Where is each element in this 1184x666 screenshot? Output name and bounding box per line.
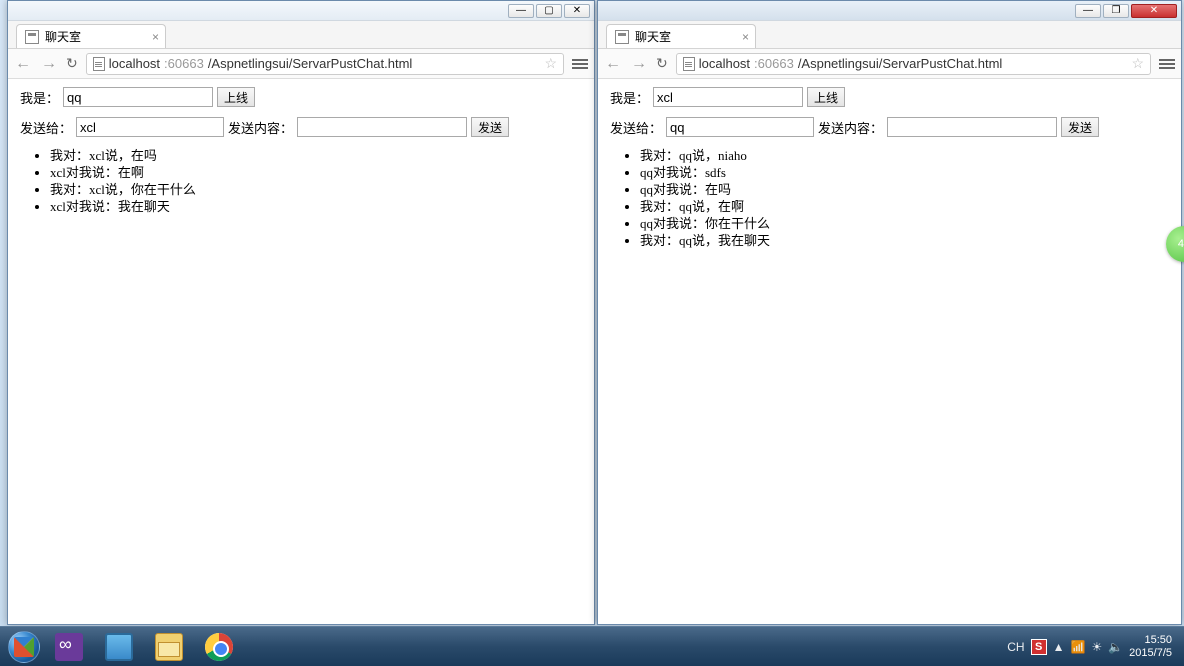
username-input[interactable] xyxy=(653,87,803,107)
tray-overflow-icon[interactable]: ▲ xyxy=(1053,640,1065,654)
url-host: localhost xyxy=(699,56,750,71)
weather-icon[interactable]: ☀ xyxy=(1091,640,1102,654)
message-item: qq对我说：你在干什么 xyxy=(640,215,1169,232)
visual-studio-icon xyxy=(55,633,83,661)
message-item: 我对：qq说，niaho xyxy=(640,147,1169,164)
tab-bar: 聊天室 × xyxy=(598,21,1181,49)
back-button[interactable]: ← xyxy=(14,55,32,73)
message-item: 我对：xcl说，在吗 xyxy=(50,147,582,164)
url-host: localhost xyxy=(109,56,160,71)
label-target: 发送给： xyxy=(610,118,662,137)
url-page-icon xyxy=(683,57,695,71)
bookmark-star-icon[interactable]: ☆ xyxy=(544,55,557,72)
online-button[interactable]: 上线 xyxy=(807,87,845,107)
taskbar-item-visualstudio[interactable] xyxy=(45,629,93,665)
row-username: 我是： 上线 xyxy=(20,87,582,107)
window-minimize-button[interactable]: — xyxy=(508,4,534,18)
address-bar[interactable]: localhost :60663/Aspnetlingsui/ServarPust… xyxy=(86,53,564,75)
back-button[interactable]: ← xyxy=(604,55,622,73)
sogou-tray-icon[interactable]: S xyxy=(1031,639,1047,655)
ime-indicator[interactable]: CH xyxy=(1007,640,1024,654)
forward-button[interactable]: → xyxy=(40,55,58,73)
message-item: 我对：xcl说，你在干什么 xyxy=(50,181,582,198)
url-path: /Aspnetlingsui/ServarPustChat.html xyxy=(208,56,412,71)
content-input[interactable] xyxy=(297,117,467,137)
reload-button[interactable]: ↻ xyxy=(66,55,78,72)
browser-window-left: — ▢ ✕ 聊天室 × ← → ↻ localhost :60663/Aspnet… xyxy=(7,0,595,625)
taskbar-item-explorer[interactable] xyxy=(145,629,193,665)
tab-close-icon[interactable]: × xyxy=(152,30,159,44)
row-send: 发送给： 发送内容： 发送 xyxy=(610,117,1169,137)
username-input[interactable] xyxy=(63,87,213,107)
content-input[interactable] xyxy=(887,117,1057,137)
clock-time: 15:50 xyxy=(1129,634,1172,647)
browser-toolbar: ← → ↻ localhost :60663/Aspnetlingsui/Serv… xyxy=(598,49,1181,79)
browser-tab[interactable]: 聊天室 × xyxy=(16,24,166,48)
window-minimize-button[interactable]: — xyxy=(1075,4,1101,18)
window-restore-button[interactable]: ❐ xyxy=(1103,4,1129,18)
page-content: 我是： 上线 发送给： 发送内容： 发送 我对：xcl说，在吗xcl对我说：在啊… xyxy=(8,79,594,624)
clock-date: 2015/7/5 xyxy=(1129,647,1172,660)
tab-title: 聊天室 xyxy=(635,28,671,45)
monitor-icon xyxy=(105,633,133,661)
window-close-button[interactable]: ✕ xyxy=(564,4,590,18)
start-button[interactable] xyxy=(4,629,44,665)
window-titlebar: — ▢ ✕ xyxy=(8,1,594,21)
chrome-menu-button[interactable] xyxy=(572,59,588,69)
address-bar[interactable]: localhost :60663/Aspnetlingsui/ServarPust… xyxy=(676,53,1151,75)
volume-icon[interactable]: 🔈 xyxy=(1108,640,1123,654)
system-tray: CH S ▲ 📶 ☀ 🔈 15:50 2015/7/5 xyxy=(1007,634,1180,660)
taskbar-item-monitor[interactable] xyxy=(95,629,143,665)
message-item: 我对：qq说，在啊 xyxy=(640,198,1169,215)
url-page-icon xyxy=(93,57,105,71)
network-icon[interactable]: 📶 xyxy=(1071,640,1086,654)
reload-button[interactable]: ↻ xyxy=(656,55,668,72)
message-item: xcl对我说：我在聊天 xyxy=(50,198,582,215)
send-button[interactable]: 发送 xyxy=(1061,117,1099,137)
label-me: 我是： xyxy=(610,88,649,107)
tab-close-icon[interactable]: × xyxy=(742,30,749,44)
message-list-right: 我对：qq说，niahoqq对我说：sdfsqq对我说：在吗我对：qq说，在啊q… xyxy=(640,147,1169,249)
window-close-button[interactable]: ✕ xyxy=(1131,4,1177,18)
tab-bar: 聊天室 × xyxy=(8,21,594,49)
browser-toolbar: ← → ↻ localhost :60663/Aspnetlingsui/Serv… xyxy=(8,49,594,79)
forward-button[interactable]: → xyxy=(630,55,648,73)
message-item: qq对我说：在吗 xyxy=(640,181,1169,198)
label-me: 我是： xyxy=(20,88,59,107)
tab-title: 聊天室 xyxy=(45,28,81,45)
label-content: 发送内容： xyxy=(818,118,883,137)
chrome-menu-button[interactable] xyxy=(1159,59,1175,69)
windows-taskbar: CH S ▲ 📶 ☀ 🔈 15:50 2015/7/5 xyxy=(0,626,1184,666)
row-username: 我是： 上线 xyxy=(610,87,1169,107)
url-path: /Aspnetlingsui/ServarPustChat.html xyxy=(798,56,1002,71)
folder-icon xyxy=(155,633,183,661)
url-port: :60663 xyxy=(754,56,794,71)
browser-window-right: — ❐ ✕ 聊天室 × ← → ↻ localhost :60663/Aspnet… xyxy=(597,0,1182,625)
message-item: 我对：qq说，我在聊天 xyxy=(640,232,1169,249)
browser-tab[interactable]: 聊天室 × xyxy=(606,24,756,48)
windows-orb-icon xyxy=(8,631,40,663)
page-icon xyxy=(25,30,39,44)
message-item: qq对我说：sdfs xyxy=(640,164,1169,181)
target-input[interactable] xyxy=(666,117,814,137)
url-port: :60663 xyxy=(164,56,204,71)
taskbar-item-chrome[interactable] xyxy=(195,629,243,665)
page-content: 我是： 上线 发送给： 发送内容： 发送 我对：qq说，niahoqq对我说：s… xyxy=(598,79,1181,624)
window-maximize-button[interactable]: ▢ xyxy=(536,4,562,18)
page-icon xyxy=(615,30,629,44)
message-item: xcl对我说：在啊 xyxy=(50,164,582,181)
label-content: 发送内容： xyxy=(228,118,293,137)
label-target: 发送给： xyxy=(20,118,72,137)
window-titlebar: — ❐ ✕ xyxy=(598,1,1181,21)
target-input[interactable] xyxy=(76,117,224,137)
send-button[interactable]: 发送 xyxy=(471,117,509,137)
taskbar-clock[interactable]: 15:50 2015/7/5 xyxy=(1129,634,1172,660)
row-send: 发送给： 发送内容： 发送 xyxy=(20,117,582,137)
chrome-icon xyxy=(205,633,233,661)
message-list-left: 我对：xcl说，在吗xcl对我说：在啊我对：xcl说，你在干什么xcl对我说：我… xyxy=(50,147,582,215)
online-button[interactable]: 上线 xyxy=(217,87,255,107)
bookmark-star-icon[interactable]: ☆ xyxy=(1131,55,1144,72)
